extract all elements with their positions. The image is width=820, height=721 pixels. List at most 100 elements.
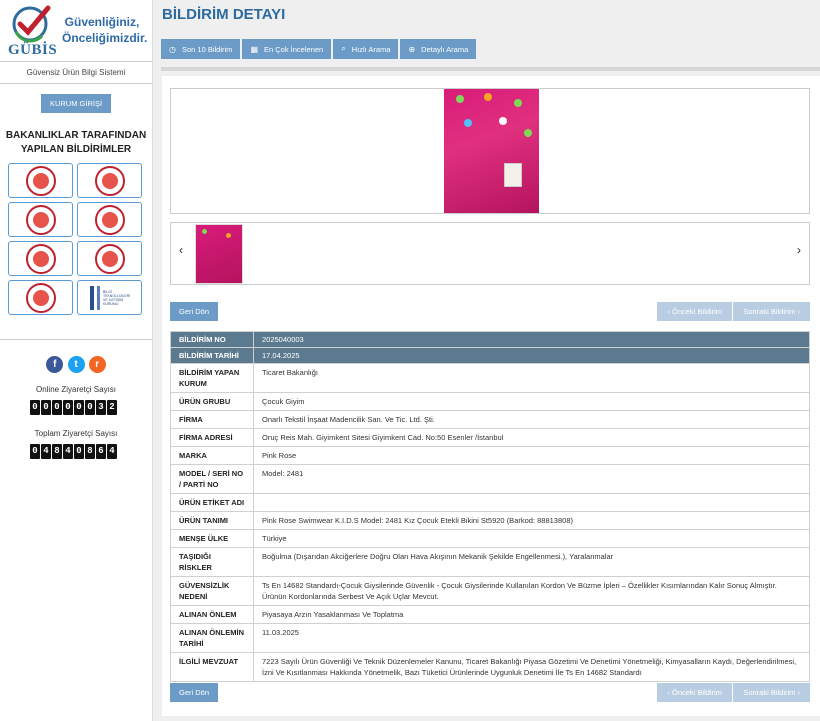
facebook-icon[interactable]: f: [46, 356, 64, 373]
logo-word: GÜBİS: [8, 42, 58, 58]
gallery-prev-icon[interactable]: ‹: [179, 243, 183, 257]
slogan-line-1: Güvenliğiniz,: [64, 15, 140, 29]
table-row: BİLDİRİM NO 2025040003: [170, 331, 810, 348]
thumbnail-1[interactable]: [195, 224, 243, 284]
table-row: ÜRÜN TANIMI Pink Rose Swimwear K.I.D.S Mo…: [170, 511, 810, 530]
online-visitors-label: Online Ziyaretçi Sayısı: [35, 385, 117, 394]
field-value: 2025040003: [253, 331, 810, 348]
field-value: Boğulma (Dışarıdan Akciğerlere Doğru Ola…: [253, 547, 810, 577]
ministry-logos: BİLGİ TEKNOLOJİLERİ VE İLETİŞİM KURUMU: [8, 163, 152, 315]
detail-panel: ‹ › Geri Dön ‹ Önceki Bildirim Sonraki B…: [162, 76, 820, 716]
ministry-logo-btk[interactable]: BİLGİ TEKNOLOJİLERİ VE İLETİŞİM KURUMU: [77, 280, 142, 315]
back-button[interactable]: Geri Dön: [170, 683, 219, 702]
ministry-seal-icon: [25, 165, 56, 196]
field-value: Ts En 14682 Standardı-Çocuk Giysilerinde…: [253, 576, 810, 606]
counter-digit: 4: [107, 444, 117, 459]
table-row: MARKA Pink Rose: [170, 446, 810, 465]
field-value: [253, 493, 810, 512]
photo-flower: [456, 95, 464, 103]
table-row: BİLDİRİM TARİHİ 17.04.2025: [170, 347, 810, 364]
field-label: ÜRÜN GRUBU: [170, 392, 254, 411]
field-label: FİRMA ADRESİ: [170, 428, 254, 447]
quick-search-button[interactable]: ⌕ Hızlı Arama: [333, 39, 399, 59]
photo-flower: [484, 93, 492, 101]
field-value: Piyasaya Arzın Yasaklanması Ve Toplatma: [253, 605, 810, 624]
field-value: Oruç Reis Mah. Giyimkent Sitesi Giyimken…: [253, 428, 810, 447]
quick-search-label: Hızlı Arama: [351, 44, 391, 54]
field-value: Çocuk Giyim: [253, 392, 810, 411]
slogan: Güvenliğiniz, Önceliğimizdir.: [62, 14, 147, 46]
detailed-search-button[interactable]: ⊕ Detaylı Arama: [400, 39, 477, 59]
ministry-logo-5[interactable]: [8, 241, 73, 276]
clock-icon: ◷: [169, 44, 176, 54]
back-button[interactable]: Geri Dön: [170, 302, 219, 321]
last-10-label: Son 10 Bildirim: [181, 44, 233, 54]
field-label: BİLDİRİM NO: [170, 331, 254, 348]
most-viewed-label: En Çok İncelenen: [264, 44, 324, 54]
field-label: FİRMA: [170, 410, 254, 429]
field-label: ÜRÜN ETİKET ADI: [170, 493, 254, 512]
field-value: Türkiye: [253, 529, 810, 548]
kurum-login-button[interactable]: KURUM GİRİŞİ: [41, 94, 111, 113]
gubis-logo-icon: [12, 5, 51, 43]
ministry-logo-3[interactable]: [8, 202, 73, 237]
table-row: MODEL / SERİ NO / PARTİ NO Model: 2481: [170, 464, 810, 494]
field-label: İLGİLİ MEVZUAT: [170, 652, 254, 682]
ministry-logo-6[interactable]: [77, 241, 142, 276]
total-visitors-label: Toplam Ziyaretçi Sayısı: [34, 429, 118, 438]
image-viewer: [170, 88, 810, 214]
previous-notification-button[interactable]: ‹ Önceki Bildirim: [657, 302, 732, 321]
twitter-icon[interactable]: t: [67, 356, 85, 373]
btk-logo-icon: [90, 285, 100, 310]
table-row: BİLDİRİM YAPAN KURUM Ticaret Bakanlığı: [170, 363, 810, 393]
ministry-logo-2[interactable]: [77, 163, 142, 198]
counter-digit: 0: [74, 444, 84, 459]
counter-digit: 0: [85, 400, 95, 415]
counter-digit: 4: [41, 444, 51, 459]
field-value: Pink Rose Swimwear K.I.D.S Model: 2481 K…: [253, 511, 810, 530]
product-photo[interactable]: [444, 89, 539, 213]
toolbar-divider: [161, 67, 820, 71]
details-table: BİLDİRİM NO 2025040003 BİLDİRİM TARİHİ 17.0…: [170, 331, 810, 682]
most-viewed-button[interactable]: ▦ En Çok İncelenen: [242, 39, 332, 59]
toolbar: ◷ Son 10 Bildirim ▦ En Çok İncelenen ⌕ Hızl…: [161, 39, 477, 59]
sidebar-divider: [0, 339, 152, 340]
ministry-logo-7[interactable]: [8, 280, 73, 315]
counter-digit: 0: [74, 400, 84, 415]
detailed-search-label: Detaylı Arama: [421, 44, 469, 54]
table-row: MENŞE ÜLKE Türkiye: [170, 529, 810, 548]
sidebar: GÜBİS Güvenliğiniz, Önceliğimizdir. Güve…: [0, 0, 153, 721]
online-visitors-counter: 0 0 0 0 0 0 3 2: [30, 400, 152, 415]
next-notification-button[interactable]: Sonraki Bildirim ›: [733, 302, 810, 321]
ministry-logo-1[interactable]: [8, 163, 73, 198]
field-label: MODEL / SERİ NO / PARTİ NO: [170, 464, 254, 494]
field-label: ALINAN ÖNLEM: [170, 605, 254, 624]
calendar-icon: ▦: [250, 44, 258, 54]
social-links: f t r: [0, 356, 152, 373]
table-row: ÜRÜN GRUBU Çocuk Giyim: [170, 392, 810, 411]
rss-icon[interactable]: r: [88, 356, 106, 373]
photo-label-tag: [504, 163, 522, 187]
next-notification-button[interactable]: Sonraki Bildirim ›: [733, 683, 810, 702]
field-value: Onarlı Tekstil İnşaat Madencilik San. Ve…: [253, 410, 810, 429]
ministries-title: BAKANLIKLAR TARAFINDAN YAPILAN BİLDİRİML…: [0, 129, 152, 157]
gallery-next-icon[interactable]: ›: [797, 243, 801, 257]
search-icon: ⌕: [341, 44, 346, 53]
counter-digit: 4: [63, 444, 73, 459]
photo-flower: [514, 99, 522, 107]
ministry-seal-icon: [94, 243, 125, 274]
counter-digit: 3: [96, 400, 106, 415]
bottom-nav: Geri Dön ‹ Önceki Bildirim Sonraki Bildi…: [170, 683, 810, 702]
ministries-title-line-2: YAPILAN BİLDİRİMLER: [20, 144, 132, 155]
ministry-seal-icon: [25, 204, 56, 235]
ministry-logo-4[interactable]: [77, 202, 142, 237]
counter-digit: 8: [52, 444, 62, 459]
field-label: MARKA: [170, 446, 254, 465]
table-row: FİRMA ADRESİ Oruç Reis Mah. Giyimkent Sit…: [170, 428, 810, 447]
previous-notification-button[interactable]: ‹ Önceki Bildirim: [657, 683, 732, 702]
logo-area[interactable]: GÜBİS Güvenliğiniz, Önceliğimizdir.: [0, 0, 152, 62]
last-10-button[interactable]: ◷ Son 10 Bildirim: [161, 39, 241, 59]
field-value: Ticaret Bakanlığı: [253, 363, 810, 393]
table-row: İLGİLİ MEVZUAT 7223 Sayılı Ürün Güvenliği…: [170, 652, 810, 682]
field-value: 17.04.2025: [253, 347, 810, 364]
